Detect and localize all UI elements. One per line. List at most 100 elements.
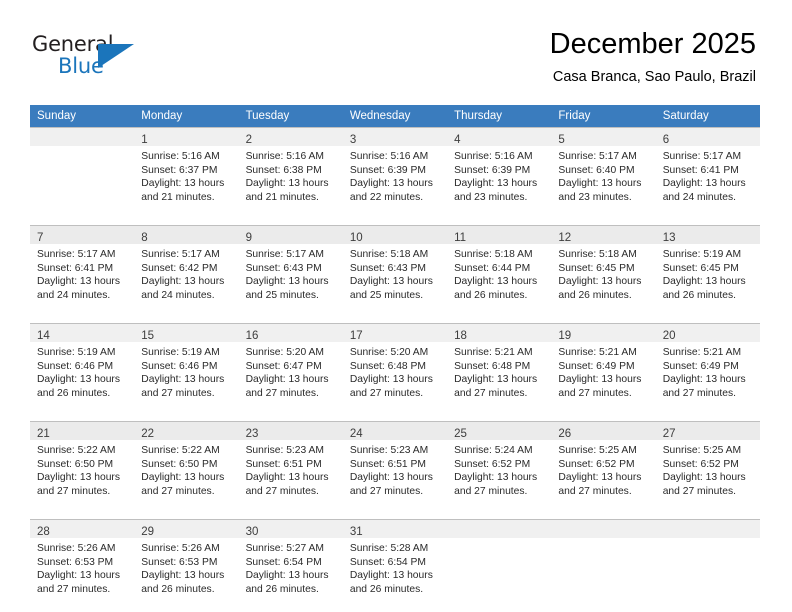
daylight-text-line1: Daylight: 13 hours	[662, 374, 746, 386]
daylight-text-line1: Daylight: 13 hours	[245, 276, 329, 288]
day-details: Sunrise: 5:25 AM Sunset: 6:52 PM Daylight:…	[551, 440, 655, 498]
calendar-day-cell[interactable]: 30 Sunrise: 5:27 AM Sunset: 6:54 PM Dayligh…	[238, 519, 343, 609]
calendar-day-cell-empty	[30, 127, 135, 217]
daylight-text-line1: Daylight: 13 hours	[37, 276, 120, 288]
day-details: Sunrise: 5:23 AM Sunset: 6:51 PM Daylight:…	[343, 440, 447, 498]
daylight-text-line1: Daylight: 13 hours	[141, 374, 225, 386]
calendar-day-cell[interactable]: 27 Sunrise: 5:25 AM Sunset: 6:52 PM Dayligh…	[655, 421, 760, 511]
day-details: Sunrise: 5:16 AM Sunset: 6:39 PM Daylight:…	[343, 146, 447, 204]
calendar-day-cell[interactable]: 15 Sunrise: 5:19 AM Sunset: 6:46 PM Dayligh…	[134, 323, 239, 413]
day-details: Sunrise: 5:16 AM Sunset: 6:39 PM Daylight:…	[447, 146, 551, 204]
sunrise-text: Sunrise: 5:19 AM	[37, 347, 116, 358]
sunrise-text: Sunrise: 5:23 AM	[245, 445, 324, 456]
calendar-day-cell[interactable]: 1 Sunrise: 5:16 AM Sunset: 6:37 PM Daylight…	[134, 127, 239, 217]
daylight-text-line1: Daylight: 13 hours	[349, 374, 433, 386]
day-details: Sunrise: 5:22 AM Sunset: 6:50 PM Daylight:…	[30, 440, 134, 498]
day-number: 23	[245, 428, 259, 440]
daylight-text-line2: and 23 minutes.	[558, 191, 632, 203]
day-number-band	[30, 128, 135, 146]
calendar-day-cell[interactable]: 25 Sunrise: 5:24 AM Sunset: 6:52 PM Dayligh…	[447, 421, 552, 511]
day-number-band: 19	[551, 324, 656, 342]
calendar-week-row: 21 Sunrise: 5:22 AM Sunset: 6:50 PM Dayligh…	[30, 421, 760, 511]
day-number-band: 4	[447, 128, 552, 146]
day-number-band: 24	[342, 422, 448, 440]
daylight-text-line2: and 27 minutes.	[141, 387, 215, 399]
calendar-day-cell[interactable]: 10 Sunrise: 5:18 AM Sunset: 6:43 PM Dayligh…	[342, 225, 448, 315]
calendar-day-cell[interactable]: 24 Sunrise: 5:23 AM Sunset: 6:51 PM Dayligh…	[342, 421, 448, 511]
day-details: Sunrise: 5:17 AM Sunset: 6:40 PM Daylight:…	[551, 146, 655, 204]
weekday-header-tuesday: Tuesday	[238, 105, 343, 127]
calendar-day-cell[interactable]: 14 Sunrise: 5:19 AM Sunset: 6:46 PM Dayligh…	[30, 323, 135, 413]
sunset-text: Sunset: 6:50 PM	[141, 458, 218, 470]
sunrise-text: Sunrise: 5:16 AM	[454, 151, 533, 162]
daylight-text-line2: and 27 minutes.	[454, 387, 528, 399]
calendar-day-cell[interactable]: 12 Sunrise: 5:18 AM Sunset: 6:45 PM Dayligh…	[551, 225, 656, 315]
calendar-day-cell[interactable]: 6 Sunrise: 5:17 AM Sunset: 6:41 PM Daylight…	[655, 127, 760, 217]
daylight-text-line1: Daylight: 13 hours	[558, 178, 642, 190]
calendar-day-cell[interactable]: 9 Sunrise: 5:17 AM Sunset: 6:43 PM Daylight…	[238, 225, 343, 315]
day-number: 4	[454, 134, 461, 146]
daylight-text-line1: Daylight: 13 hours	[141, 472, 225, 484]
calendar-day-cell[interactable]: 18 Sunrise: 5:21 AM Sunset: 6:48 PM Dayligh…	[447, 323, 552, 413]
daylight-text-line2: and 27 minutes.	[37, 583, 111, 595]
calendar-day-cell[interactable]: 3 Sunrise: 5:16 AM Sunset: 6:39 PM Daylight…	[342, 127, 448, 217]
daylight-text-line1: Daylight: 13 hours	[349, 472, 433, 484]
day-details: Sunrise: 5:21 AM Sunset: 6:49 PM Daylight:…	[656, 342, 760, 400]
day-number-band: 7	[30, 226, 135, 244]
day-number-band: 11	[447, 226, 552, 244]
daylight-text-line2: and 26 minutes.	[662, 289, 736, 301]
calendar-day-cell[interactable]: 19 Sunrise: 5:21 AM Sunset: 6:49 PM Dayligh…	[551, 323, 656, 413]
sunrise-text: Sunrise: 5:18 AM	[349, 249, 429, 260]
calendar-day-cell[interactable]: 29 Sunrise: 5:26 AM Sunset: 6:53 PM Dayligh…	[134, 519, 239, 609]
day-number: 14	[37, 330, 50, 342]
daylight-text-line2: and 21 minutes.	[141, 191, 215, 203]
calendar-day-cell[interactable]: 21 Sunrise: 5:22 AM Sunset: 6:50 PM Dayligh…	[30, 421, 135, 511]
daylight-text-line2: and 26 minutes.	[454, 289, 528, 301]
sunset-text: Sunset: 6:39 PM	[349, 164, 426, 176]
day-details: Sunrise: 5:17 AM Sunset: 6:41 PM Daylight:…	[656, 146, 760, 204]
day-details: Sunrise: 5:20 AM Sunset: 6:47 PM Daylight:…	[239, 342, 343, 400]
sunrise-text: Sunrise: 5:23 AM	[349, 445, 429, 456]
day-number: 31	[349, 526, 363, 538]
weekday-header-sunday: Sunday	[30, 105, 135, 127]
day-number-band: 10	[342, 226, 448, 244]
calendar-day-cell[interactable]: 22 Sunrise: 5:22 AM Sunset: 6:50 PM Dayligh…	[134, 421, 239, 511]
day-details: Sunrise: 5:23 AM Sunset: 6:51 PM Daylight:…	[239, 440, 343, 498]
page-title: December 2025	[549, 28, 756, 60]
calendar-day-cell[interactable]: 4 Sunrise: 5:16 AM Sunset: 6:39 PM Daylight…	[447, 127, 552, 217]
sunrise-text: Sunrise: 5:26 AM	[37, 543, 116, 554]
day-number-band: 3	[342, 128, 448, 146]
day-number: 2	[245, 134, 252, 146]
day-number: 13	[662, 232, 676, 244]
week-row-separator	[30, 511, 760, 519]
daylight-text-line2: and 21 minutes.	[245, 191, 319, 203]
calendar-day-cell[interactable]: 7 Sunrise: 5:17 AM Sunset: 6:41 PM Daylight…	[30, 225, 135, 315]
calendar-week-row: 1 Sunrise: 5:16 AM Sunset: 6:37 PM Daylight…	[30, 127, 760, 217]
sunset-text: Sunset: 6:37 PM	[141, 164, 218, 176]
daylight-text-line2: and 27 minutes.	[349, 485, 424, 497]
day-details: Sunrise: 5:16 AM Sunset: 6:37 PM Daylight:…	[134, 146, 238, 204]
calendar-day-cell[interactable]: 11 Sunrise: 5:18 AM Sunset: 6:44 PM Dayligh…	[447, 225, 552, 315]
calendar-day-cell[interactable]: 2 Sunrise: 5:16 AM Sunset: 6:38 PM Daylight…	[238, 127, 343, 217]
calendar-day-cell[interactable]: 31 Sunrise: 5:28 AM Sunset: 6:54 PM Dayligh…	[342, 519, 448, 609]
calendar-day-cell[interactable]: 8 Sunrise: 5:17 AM Sunset: 6:42 PM Daylight…	[134, 225, 239, 315]
daylight-text-line1: Daylight: 13 hours	[37, 472, 120, 484]
sunrise-text: Sunrise: 5:20 AM	[245, 347, 324, 358]
daylight-text-line2: and 25 minutes.	[349, 289, 424, 301]
sunset-text: Sunset: 6:42 PM	[141, 262, 218, 274]
day-details: Sunrise: 5:17 AM Sunset: 6:41 PM Daylight:…	[30, 244, 134, 302]
calendar-day-cell[interactable]: 5 Sunrise: 5:17 AM Sunset: 6:40 PM Daylight…	[551, 127, 656, 217]
calendar-day-cell[interactable]: 28 Sunrise: 5:26 AM Sunset: 6:53 PM Dayligh…	[30, 519, 135, 609]
calendar-day-cell[interactable]: 17 Sunrise: 5:20 AM Sunset: 6:48 PM Dayligh…	[342, 323, 448, 413]
sunrise-text: Sunrise: 5:16 AM	[349, 151, 429, 162]
daylight-text-line1: Daylight: 13 hours	[454, 276, 538, 288]
day-number-band: 27	[655, 422, 760, 440]
calendar-day-cell[interactable]: 20 Sunrise: 5:21 AM Sunset: 6:49 PM Dayligh…	[655, 323, 760, 413]
general-blue-logo[interactable]: General Blue	[32, 32, 162, 84]
calendar-day-cell[interactable]: 16 Sunrise: 5:20 AM Sunset: 6:47 PM Dayligh…	[238, 323, 343, 413]
calendar-day-cell[interactable]: 26 Sunrise: 5:25 AM Sunset: 6:52 PM Dayligh…	[551, 421, 656, 511]
sunset-text: Sunset: 6:52 PM	[454, 458, 531, 470]
calendar-day-cell[interactable]: 13 Sunrise: 5:19 AM Sunset: 6:45 PM Dayligh…	[655, 225, 760, 315]
calendar-day-cell[interactable]: 23 Sunrise: 5:23 AM Sunset: 6:51 PM Dayligh…	[238, 421, 343, 511]
day-details: Sunrise: 5:19 AM Sunset: 6:46 PM Daylight:…	[134, 342, 238, 400]
